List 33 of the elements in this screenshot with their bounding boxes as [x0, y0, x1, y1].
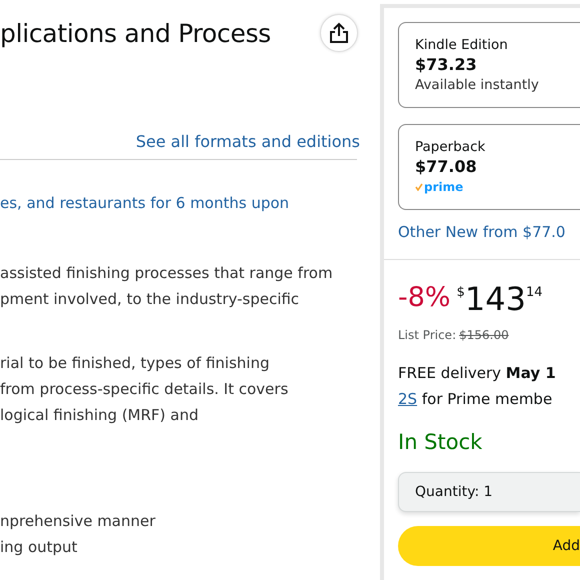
- delivery-note: for Prime membe: [422, 390, 552, 408]
- add-to-cart-button[interactable]: Add: [398, 526, 580, 566]
- format-name: Kindle Edition: [415, 37, 509, 53]
- prime-badge: prime: [415, 180, 464, 194]
- list-price: $156.00: [459, 328, 509, 342]
- delivery-link[interactable]: 2S: [398, 390, 418, 408]
- quantity-dropdown[interactable]: Quantity: 1: [398, 472, 580, 512]
- offer-text: es, and restaurants for 6 months upon: [0, 194, 290, 212]
- stock-status: In Stock: [398, 430, 484, 454]
- description-line: nprehensive manner: [0, 511, 156, 532]
- price-whole: 143: [464, 282, 526, 316]
- description-line: logical finishing (MRF) and: [0, 405, 200, 426]
- description-line: ing output: [0, 537, 78, 558]
- format-note: Available instantly: [415, 77, 540, 93]
- format-name: Paperback: [415, 139, 486, 155]
- format-price: $77.08: [415, 157, 478, 176]
- formats-link[interactable]: See all formats and editions: [136, 132, 360, 151]
- format-card[interactable]: Kindle Edition $73.23 Available instantly: [398, 22, 580, 108]
- discount-percent: -8%: [398, 282, 451, 313]
- description-line: from process-specific details. It covers: [0, 379, 290, 400]
- price-fraction: 14: [526, 285, 542, 300]
- list-price-label: List Price:: [398, 328, 456, 342]
- description-line: rial to be finished, types of finishing: [0, 353, 270, 374]
- format-price: $73.23: [415, 55, 478, 74]
- share-icon: [329, 22, 349, 44]
- currency-symbol: $: [456, 285, 465, 300]
- description-line: pment involved, to the industry-specific: [0, 289, 300, 310]
- description-line: assisted finishing processes that range from: [0, 263, 334, 284]
- other-offers-link[interactable]: Other New from $77.0: [398, 223, 580, 241]
- delivery-text: FREE delivery May 1: [398, 363, 557, 384]
- book-title: plications and Process: [0, 18, 271, 48]
- share-button[interactable]: [320, 14, 358, 52]
- format-card[interactable]: Paperback $77.08 prime: [398, 124, 580, 210]
